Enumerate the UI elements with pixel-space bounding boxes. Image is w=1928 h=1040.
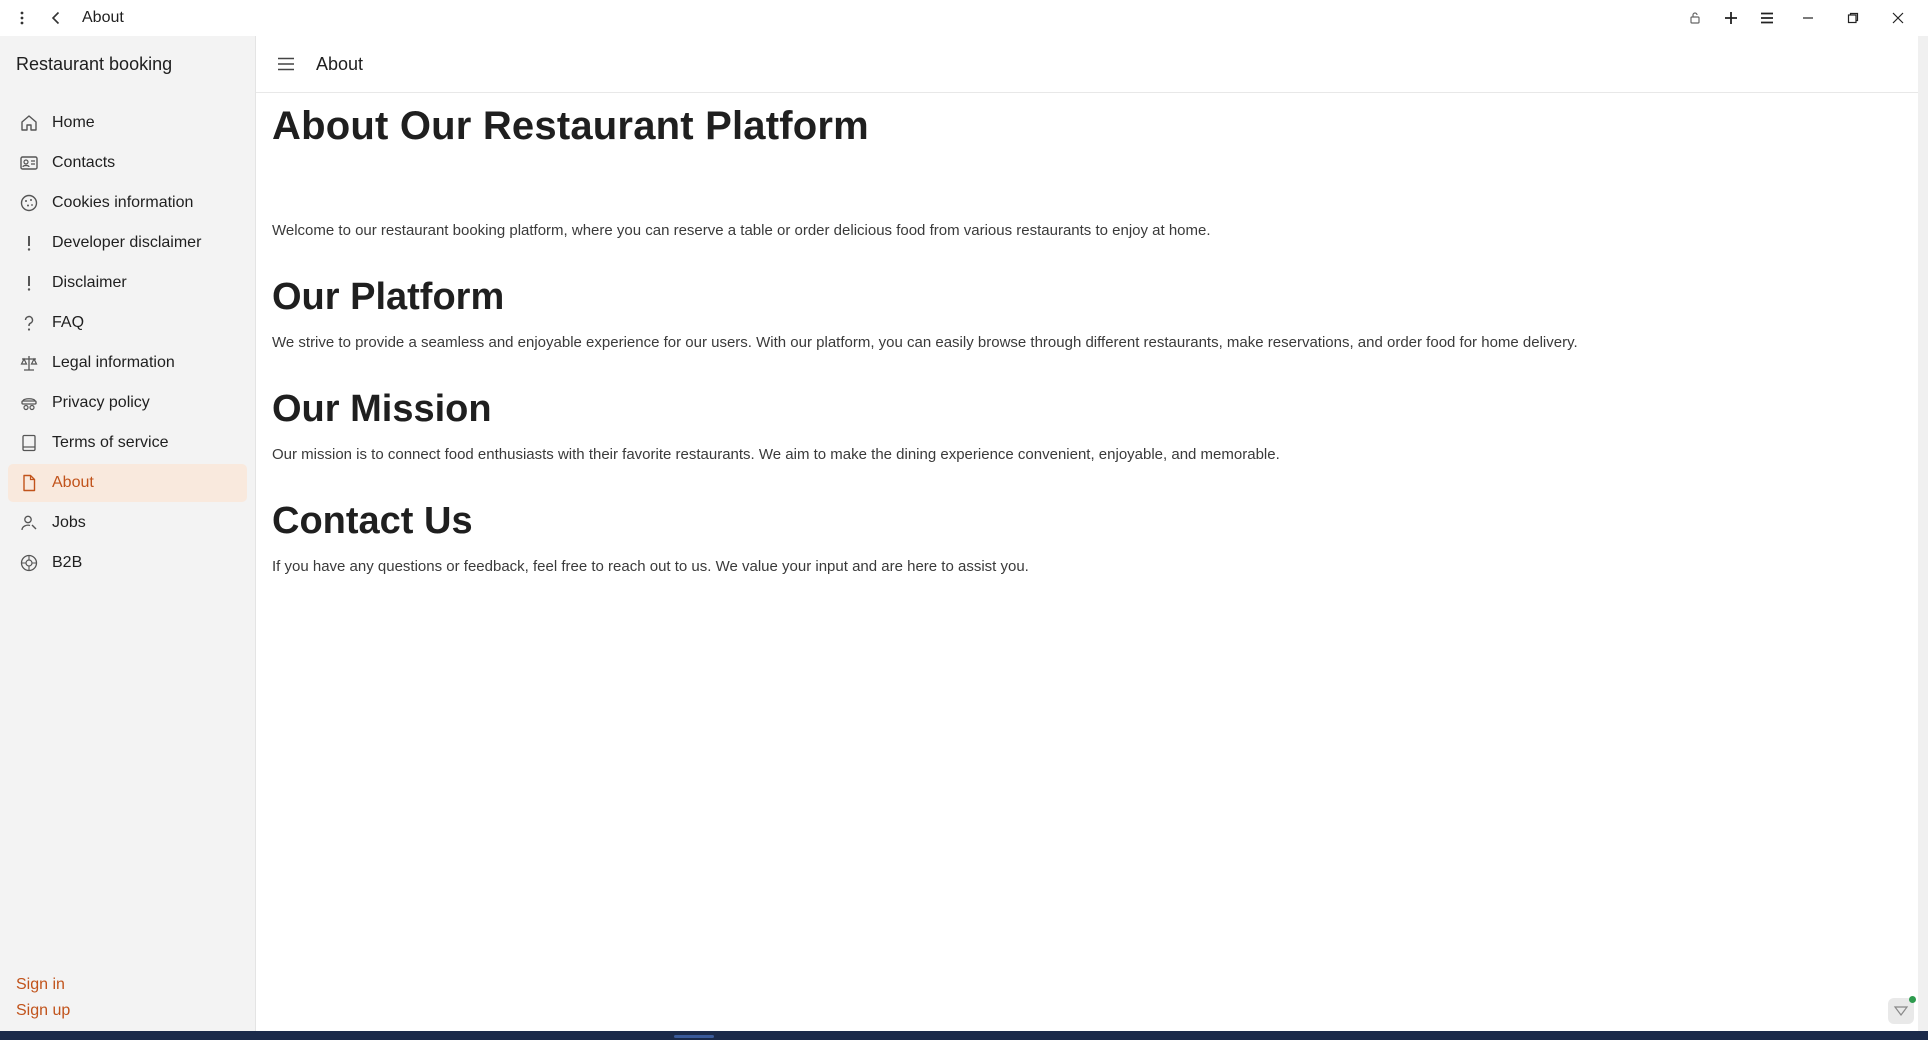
- privacy-icon: [18, 392, 40, 414]
- taskbar: [0, 1031, 1928, 1040]
- home-icon: [18, 112, 40, 134]
- exclamation-icon: [18, 232, 40, 254]
- scrollbar-track[interactable]: [1918, 36, 1928, 1031]
- sidebar-item-label: B2B: [52, 554, 83, 571]
- globe-icon: [18, 552, 40, 574]
- person-icon: [18, 512, 40, 534]
- sidebar-item-terms[interactable]: Terms of service: [8, 424, 247, 462]
- plus-icon[interactable]: [1713, 0, 1749, 36]
- restore-icon[interactable]: [1830, 0, 1875, 36]
- notification-dot: [1909, 996, 1916, 1003]
- main-content: About About Our Restaurant Platform Welc…: [256, 36, 1918, 1031]
- back-arrow-icon[interactable]: [44, 0, 68, 36]
- lock-icon[interactable]: [1677, 0, 1713, 36]
- hamburger-menu-icon[interactable]: [274, 52, 298, 76]
- sign-in-link[interactable]: Sign in: [16, 976, 65, 993]
- sidebar-item-label: Cookies information: [52, 194, 194, 211]
- title-bar: About: [0, 0, 1928, 37]
- app-name: Restaurant booking: [16, 54, 173, 74]
- sidebar-item-label: Home: [52, 114, 95, 131]
- sign-up-link[interactable]: Sign up: [16, 1002, 70, 1019]
- scales-icon: [18, 352, 40, 374]
- document-icon: [18, 432, 40, 454]
- page-header-title: About: [316, 53, 364, 74]
- section-heading: Our Platform: [272, 276, 505, 318]
- section-heading: Contact Us: [272, 500, 473, 542]
- sidebar-item-developer-disclaimer[interactable]: Developer disclaimer: [8, 224, 247, 262]
- sidebar-item-label: Contacts: [52, 154, 116, 171]
- close-icon[interactable]: [1875, 0, 1920, 36]
- taskbar-indicator: [674, 1035, 714, 1038]
- sidebar-item-legal[interactable]: Legal information: [8, 344, 247, 382]
- page-title: About Our Restaurant Platform: [272, 104, 869, 148]
- section-heading: Our Mission: [272, 388, 492, 430]
- page-header: About: [256, 36, 1918, 93]
- sidebar-item-jobs[interactable]: Jobs: [8, 504, 247, 542]
- sidebar-item-home[interactable]: Home: [8, 104, 247, 142]
- sidebar-item-label: FAQ: [52, 314, 85, 331]
- menu-icon[interactable]: [1749, 0, 1785, 36]
- sidebar-item-label: Jobs: [52, 514, 86, 531]
- section-text: Our mission is to connect food enthusias…: [272, 446, 1280, 463]
- sidebar-item-contacts[interactable]: Contacts: [8, 144, 247, 182]
- section-text: We strive to provide a seamless and enjo…: [272, 334, 1578, 351]
- cookie-icon: [18, 192, 40, 214]
- page-icon: [18, 472, 40, 494]
- question-icon: [18, 312, 40, 334]
- sidebar-item-label: Legal information: [52, 354, 175, 371]
- sidebar-item-about[interactable]: About: [8, 464, 247, 502]
- sidebar-item-label: Disclaimer: [52, 274, 127, 291]
- minimize-icon[interactable]: [1785, 0, 1830, 36]
- exclamation-icon: [18, 272, 40, 294]
- sidebar-item-faq[interactable]: FAQ: [8, 304, 247, 342]
- sidebar-item-label: Privacy policy: [52, 394, 150, 411]
- sidebar-item-label: About: [52, 474, 94, 491]
- section-text: If you have any questions or feedback, f…: [272, 558, 1029, 575]
- more-vertical-icon[interactable]: [0, 0, 44, 36]
- sidebar-item-disclaimer[interactable]: Disclaimer: [8, 264, 247, 302]
- contact-card-icon: [18, 152, 40, 174]
- window-title: About: [82, 9, 124, 26]
- sidebar-item-privacy[interactable]: Privacy policy: [8, 384, 247, 422]
- sidebar-item-label: Developer disclaimer: [52, 234, 202, 251]
- sidebar-item-label: Terms of service: [52, 434, 169, 451]
- sidebar-item-cookies[interactable]: Cookies information: [8, 184, 247, 222]
- sidebar: Restaurant booking Home Contacts Cookies…: [0, 36, 256, 1031]
- sidebar-nav: Home Contacts Cookies information Develo…: [8, 104, 247, 584]
- intro-text: Welcome to our restaurant booking platfo…: [272, 222, 1211, 239]
- sidebar-item-b2b[interactable]: B2B: [8, 544, 247, 582]
- feedback-icon: [1893, 1006, 1909, 1016]
- feedback-button[interactable]: [1888, 996, 1916, 1024]
